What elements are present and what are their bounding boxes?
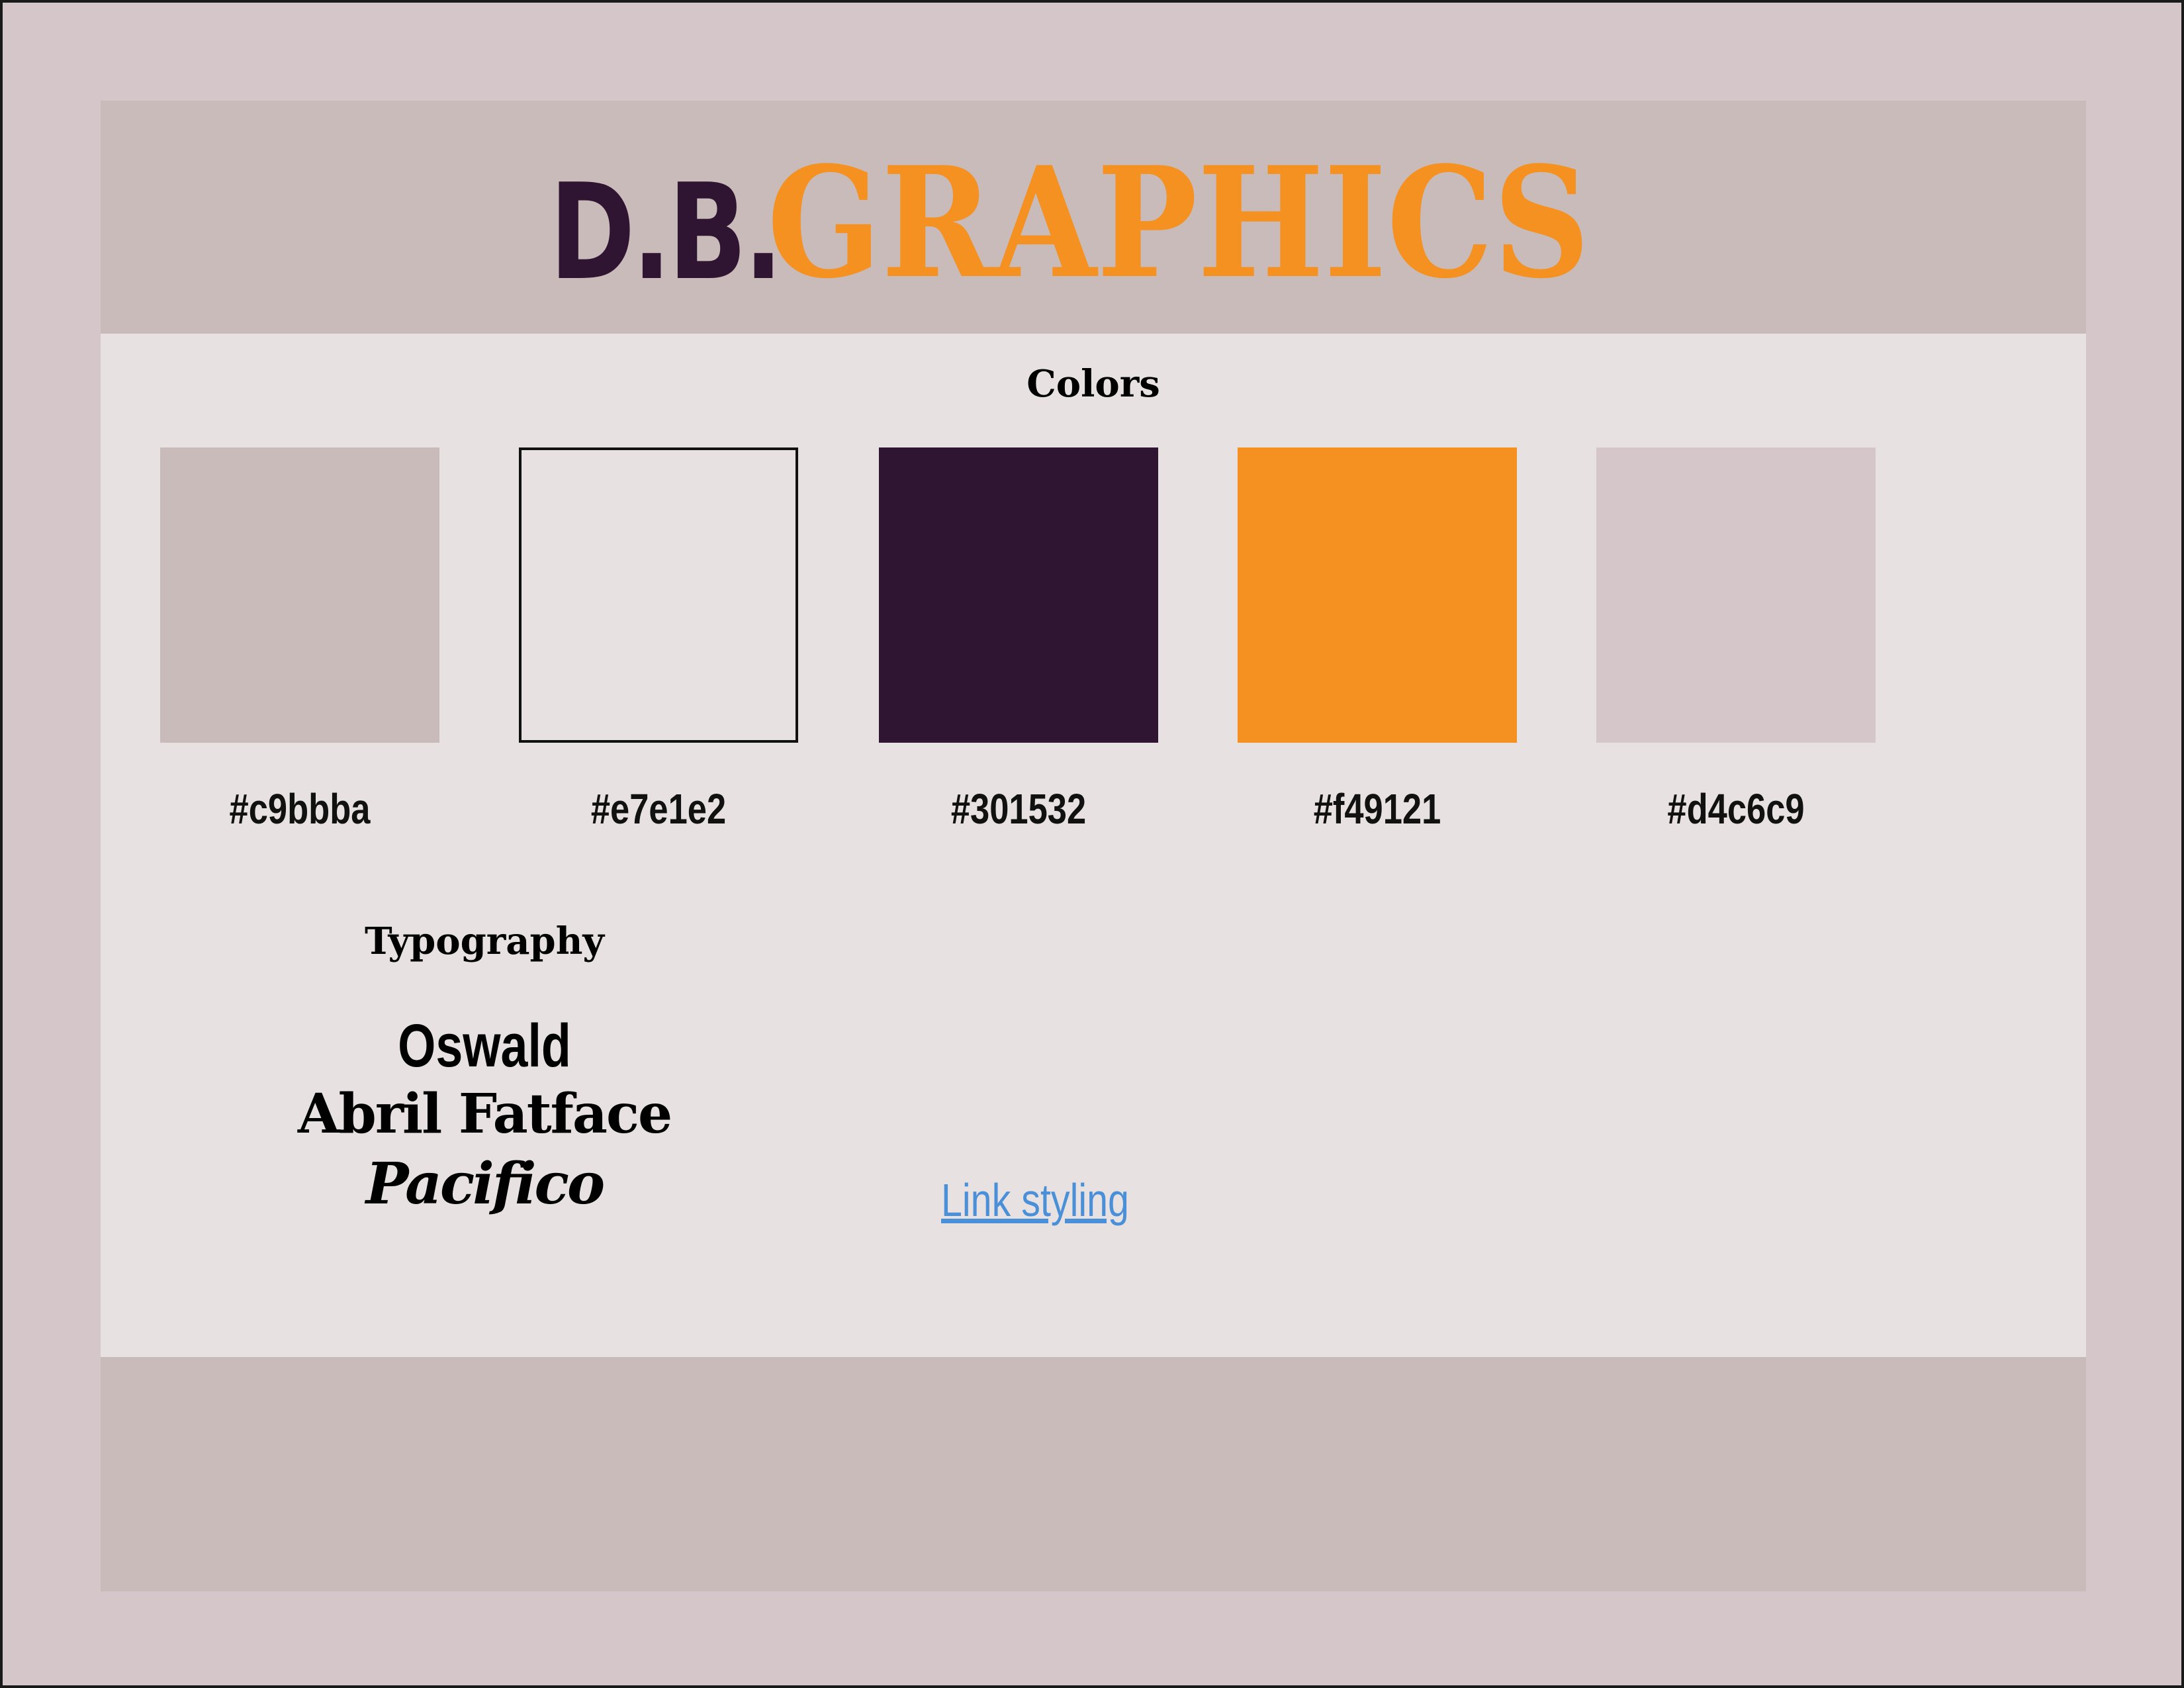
logo-primary-text: D.B. [549, 156, 783, 310]
color-swatch-3 [879, 447, 1158, 743]
color-swatch-4 [1238, 447, 1517, 743]
color-swatch-label: #f49121 [1313, 785, 1441, 833]
font-sample-oswald: Oswald [398, 1012, 571, 1080]
color-swatch-label: #c9bbba [229, 785, 371, 833]
main-content: Colors #c9bbba #e7e1e2 #301532 #f49121 #… [101, 334, 2086, 1357]
color-swatch-label: #d4c6c9 [1667, 785, 1805, 833]
color-swatch-2 [519, 447, 798, 743]
link-styling-sample[interactable]: Link styling [941, 1177, 1129, 1223]
font-sample-abril-fatface: Abril Fatface [297, 1082, 672, 1146]
colors-section-title: Colors [1026, 362, 1160, 406]
color-swatch-5 [1596, 447, 1876, 743]
style-guide-frame: D.B. GRAPHICS Colors #c9bbba #e7e1e2 #30… [101, 101, 2086, 1591]
logo-secondary-text: GRAPHICS [766, 134, 1590, 312]
color-swatch-label: #e7e1e2 [590, 785, 727, 833]
color-swatch-label: #301532 [950, 785, 1087, 833]
font-sample-pacifico: Pacifico [365, 1150, 606, 1217]
typography-section-title: Typography [365, 919, 604, 963]
logo: D.B. GRAPHICS [101, 140, 2086, 299]
color-swatch-1 [160, 447, 439, 743]
header: D.B. GRAPHICS [101, 101, 2086, 334]
footer [101, 1357, 2086, 1591]
